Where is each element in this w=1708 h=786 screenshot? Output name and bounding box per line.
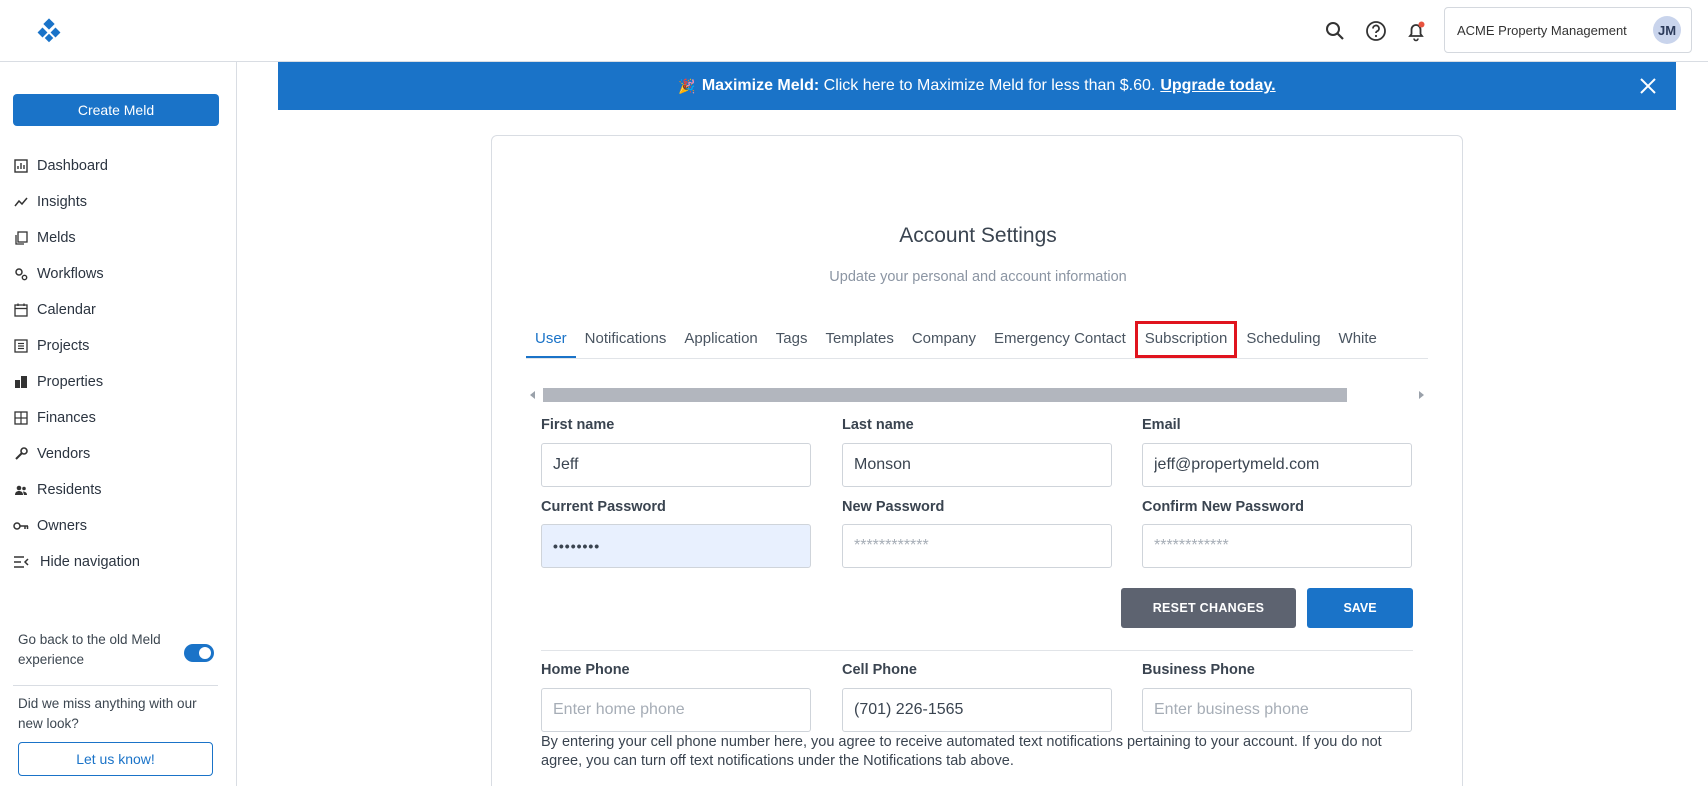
sidebar-item-label: Calendar bbox=[37, 302, 96, 318]
upgrade-link[interactable]: Upgrade today. bbox=[1160, 77, 1275, 95]
scrollbar-thumb[interactable] bbox=[543, 388, 1347, 402]
sidebar-item-label: Dashboard bbox=[37, 158, 108, 174]
sidebar-item-finances[interactable]: Finances bbox=[13, 400, 223, 436]
business-phone-input[interactable] bbox=[1142, 688, 1412, 732]
sidebar-item-projects[interactable]: Projects bbox=[13, 328, 223, 364]
insights-icon bbox=[13, 194, 29, 210]
tab-tags[interactable]: Tags bbox=[767, 321, 817, 358]
notifications-bell-icon[interactable] bbox=[1403, 18, 1429, 44]
tab-notifications[interactable]: Notifications bbox=[576, 321, 676, 358]
tab-scheduling[interactable]: Scheduling bbox=[1237, 321, 1329, 358]
sidebar-item-insights[interactable]: Insights bbox=[13, 184, 223, 220]
old-meld-toggle[interactable] bbox=[184, 644, 214, 662]
business-phone-label: Business Phone bbox=[1142, 662, 1255, 678]
tab-application[interactable]: Application bbox=[675, 321, 766, 358]
tab-company[interactable]: Company bbox=[903, 321, 985, 358]
old-meld-text: Go back to the old Meld experience bbox=[18, 632, 161, 667]
party-popper-icon: 🎉 bbox=[678, 77, 696, 94]
top-bar: ACME Property Management JM bbox=[0, 0, 1708, 62]
let-us-know-button[interactable]: Let us know! bbox=[18, 742, 213, 776]
account-switcher[interactable]: ACME Property Management JM bbox=[1444, 7, 1692, 53]
sms-disclaimer: By entering your cell phone number here,… bbox=[541, 734, 1382, 769]
tab-subscription[interactable]: Subscription bbox=[1134, 321, 1238, 358]
home-phone-label: Home Phone bbox=[541, 662, 630, 678]
sidebar-item-label: Residents bbox=[37, 482, 102, 498]
account-name: ACME Property Management bbox=[1457, 22, 1627, 38]
workflows-icon bbox=[13, 266, 29, 282]
sidebar-item-label: Vendors bbox=[37, 446, 91, 462]
projects-icon bbox=[13, 338, 29, 354]
cell-phone-input[interactable] bbox=[842, 688, 1112, 732]
search-icon[interactable] bbox=[1322, 18, 1348, 44]
new-password-label: New Password bbox=[842, 499, 945, 515]
settings-tabs: User Notifications Application Tags Temp… bbox=[526, 321, 1428, 359]
sidebar-item-vendors[interactable]: Vendors bbox=[13, 436, 223, 472]
current-password-label: Current Password bbox=[541, 499, 666, 515]
sidebar-item-label: Workflows bbox=[37, 266, 104, 282]
banner-bold-text: Maximize Meld: bbox=[701, 77, 820, 94]
save-button[interactable]: SAVE bbox=[1307, 588, 1413, 628]
first-name-input[interactable] bbox=[541, 443, 811, 487]
melds-icon bbox=[13, 230, 29, 246]
create-meld-button[interactable]: Create Meld bbox=[13, 94, 219, 126]
calendar-icon bbox=[13, 302, 29, 318]
scroll-left-icon[interactable] bbox=[530, 391, 535, 399]
feedback-prompt: Did we miss anything with our new look? bbox=[18, 696, 197, 731]
vendors-icon bbox=[13, 446, 29, 462]
sidebar-item-calendar[interactable]: Calendar bbox=[13, 292, 223, 328]
dashboard-icon bbox=[13, 158, 29, 174]
confirm-password-label: Confirm New Password bbox=[1142, 499, 1304, 515]
close-icon[interactable] bbox=[1638, 76, 1658, 96]
tab-white-label[interactable]: White bbox=[1330, 321, 1386, 358]
sidebar-item-melds[interactable]: Melds bbox=[13, 220, 223, 256]
sidebar-item-label: Finances bbox=[37, 410, 96, 426]
sidebar-item-label: Melds bbox=[37, 230, 76, 246]
new-password-input[interactable] bbox=[842, 524, 1112, 568]
sidebar-nav: Dashboard Insights Melds Workflows Calen… bbox=[13, 148, 223, 580]
last-name-input[interactable] bbox=[842, 443, 1112, 487]
current-password-input[interactable] bbox=[541, 524, 811, 568]
sidebar-item-hide-navigation[interactable]: Hide navigation bbox=[13, 544, 223, 580]
upgrade-banner[interactable]: 🎉 Maximize Meld: Click here to Maximize … bbox=[278, 62, 1676, 110]
reset-changes-button[interactable]: RESET CHANGES bbox=[1121, 588, 1296, 628]
sidebar-item-dashboard[interactable]: Dashboard bbox=[13, 148, 223, 184]
owners-icon bbox=[13, 518, 29, 534]
finances-icon bbox=[13, 410, 29, 426]
page-title: Account Settings bbox=[899, 224, 1057, 247]
sidebar-item-label: Hide navigation bbox=[40, 554, 140, 570]
tab-user[interactable]: User bbox=[526, 321, 576, 358]
sidebar-item-residents[interactable]: Residents bbox=[13, 472, 223, 508]
property-meld-logo-icon[interactable] bbox=[36, 18, 62, 44]
section-divider bbox=[541, 650, 1413, 651]
page-subtitle: Update your personal and account informa… bbox=[829, 269, 1127, 285]
account-settings-card: Account Settings Update your personal an… bbox=[491, 135, 1463, 786]
sidebar-item-properties[interactable]: Properties bbox=[13, 364, 223, 400]
hide-navigation-icon bbox=[13, 554, 29, 570]
sidebar-item-label: Properties bbox=[37, 374, 104, 390]
properties-icon bbox=[13, 374, 29, 390]
banner-text: Click here to Maximize Meld for less tha… bbox=[819, 77, 1156, 94]
residents-icon bbox=[13, 482, 29, 498]
sidebar-item-owners[interactable]: Owners bbox=[13, 508, 223, 544]
confirm-password-input[interactable] bbox=[1142, 524, 1412, 568]
tab-emergency-contact[interactable]: Emergency Contact bbox=[985, 321, 1135, 358]
last-name-label: Last name bbox=[842, 417, 914, 433]
sidebar-item-label: Projects bbox=[37, 338, 90, 354]
tabs-scrollbar[interactable] bbox=[526, 388, 1428, 402]
sidebar-item-workflows[interactable]: Workflows bbox=[13, 256, 223, 292]
sidebar-item-label: Insights bbox=[37, 194, 87, 210]
cell-phone-label: Cell Phone bbox=[842, 662, 917, 678]
sidebar-item-label: Owners bbox=[37, 518, 87, 534]
sidebar-divider bbox=[13, 685, 218, 686]
tab-templates[interactable]: Templates bbox=[816, 321, 902, 358]
sidebar: Create Meld Dashboard Insights Melds Wor… bbox=[0, 62, 237, 786]
email-label: Email bbox=[1142, 417, 1181, 433]
first-name-label: First name bbox=[541, 417, 615, 433]
help-icon[interactable] bbox=[1363, 18, 1389, 44]
email-field[interactable] bbox=[1142, 443, 1412, 487]
avatar: JM bbox=[1653, 16, 1681, 44]
scroll-right-icon[interactable] bbox=[1419, 391, 1424, 399]
home-phone-input[interactable] bbox=[541, 688, 811, 732]
